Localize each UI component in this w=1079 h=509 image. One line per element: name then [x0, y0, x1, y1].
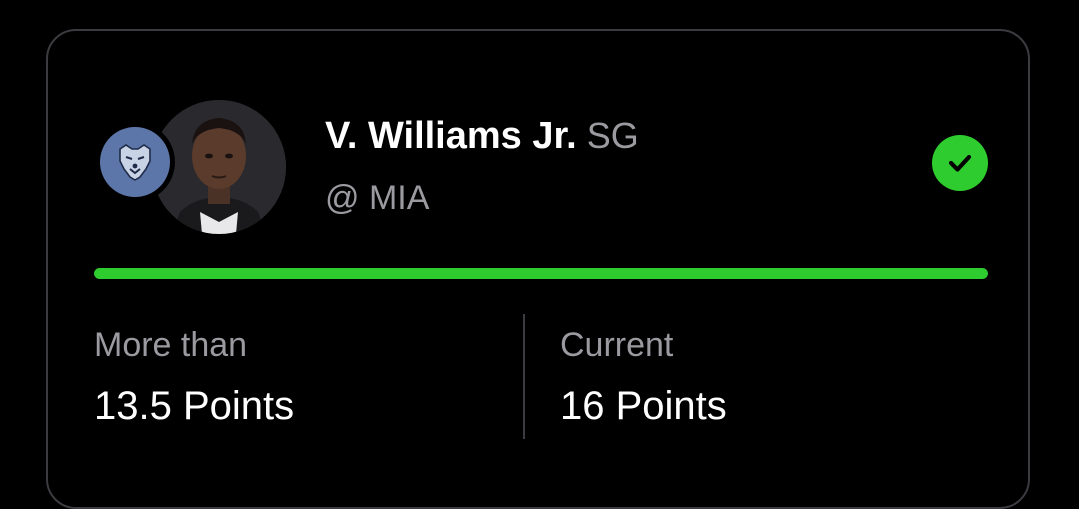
player-header: V. Williams Jr. SG [325, 115, 639, 158]
player-headshot [152, 100, 286, 234]
stat-divider [523, 314, 525, 439]
current-value: 16 Points [560, 384, 727, 428]
team-logo [100, 127, 170, 197]
current-label: Current [560, 326, 674, 364]
progress-bar [94, 268, 988, 279]
player-position: SG [586, 115, 639, 156]
opponent-label: @ MIA [325, 179, 430, 217]
line-value: 13.5 Points [94, 384, 295, 428]
player-name: V. Williams Jr. [325, 115, 577, 157]
player-prop-card[interactable]: V. Williams Jr. SG @ MIA More than 13.5 P… [46, 29, 1030, 509]
progress-fill [94, 268, 988, 279]
grizzlies-bear-icon [119, 144, 151, 181]
player-avatar [152, 100, 286, 234]
status-badge [932, 135, 988, 191]
line-label: More than [94, 326, 248, 364]
check-icon [948, 154, 972, 172]
